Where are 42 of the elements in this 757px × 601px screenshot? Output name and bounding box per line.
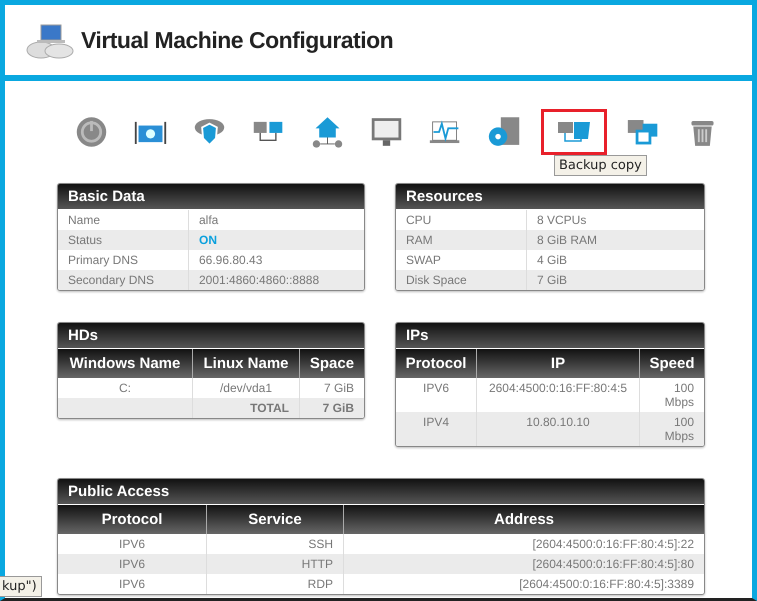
column-header: Address xyxy=(344,505,704,534)
table-cell: Name xyxy=(58,210,188,230)
table-cell: C: xyxy=(58,378,192,398)
table-cell: 2001:4860:4860::8888 xyxy=(188,270,364,290)
page-title: Virtual Machine Configuration xyxy=(81,26,394,54)
column-header: Space xyxy=(300,349,364,378)
column-header: Linux Name xyxy=(192,349,300,378)
panel-title: Public Access xyxy=(58,479,704,505)
table-cell: HTTP xyxy=(206,554,344,574)
table-cell: TOTAL xyxy=(192,398,300,418)
column-header: Speed xyxy=(640,349,704,378)
table-cell: 100 Mbps xyxy=(640,412,704,446)
panel-title: HDs xyxy=(58,323,364,349)
column-header: Windows Name xyxy=(58,349,192,378)
panel-title: IPs xyxy=(396,323,704,349)
tooltip: Backup copy xyxy=(554,155,647,176)
column-header: Protocol xyxy=(58,505,206,534)
table-cell: 7 GiB xyxy=(300,398,364,418)
table-cell: IPV6 xyxy=(58,574,206,594)
panel-title: Resources xyxy=(396,184,704,210)
table-cell: IPV6 xyxy=(58,534,206,554)
tooltip: kup") xyxy=(0,576,42,597)
table-cell: CPU xyxy=(396,210,526,230)
table-cell: 8 GiB RAM xyxy=(526,230,704,250)
table-cell: Disk Space xyxy=(396,270,526,290)
table-cell: IPV6 xyxy=(396,378,476,412)
table-cell: [2604:4500:0:16:FF:80:4:5]:3389 xyxy=(344,574,704,594)
table-cell: [2604:4500:0:16:FF:80:4:5]:80 xyxy=(344,554,704,574)
table-cell: 10.80.10.10 xyxy=(476,412,640,446)
column-header: Protocol xyxy=(396,349,476,378)
table-cell: SWAP xyxy=(396,250,526,270)
table-cell: ON xyxy=(188,230,364,250)
table-cell: IPV4 xyxy=(396,412,476,446)
table-cell: RDP xyxy=(206,574,344,594)
table-cell: IPV6 xyxy=(58,554,206,574)
column-header: Service xyxy=(206,505,344,534)
cloud-computer-icon xyxy=(25,23,75,59)
table-cell: Primary DNS xyxy=(58,250,188,270)
table-cell: 7 GiB xyxy=(526,270,704,290)
panel-title: Basic Data xyxy=(58,184,364,210)
toolbar-button[interactable] xyxy=(541,109,607,155)
column-header: IP xyxy=(476,349,640,378)
